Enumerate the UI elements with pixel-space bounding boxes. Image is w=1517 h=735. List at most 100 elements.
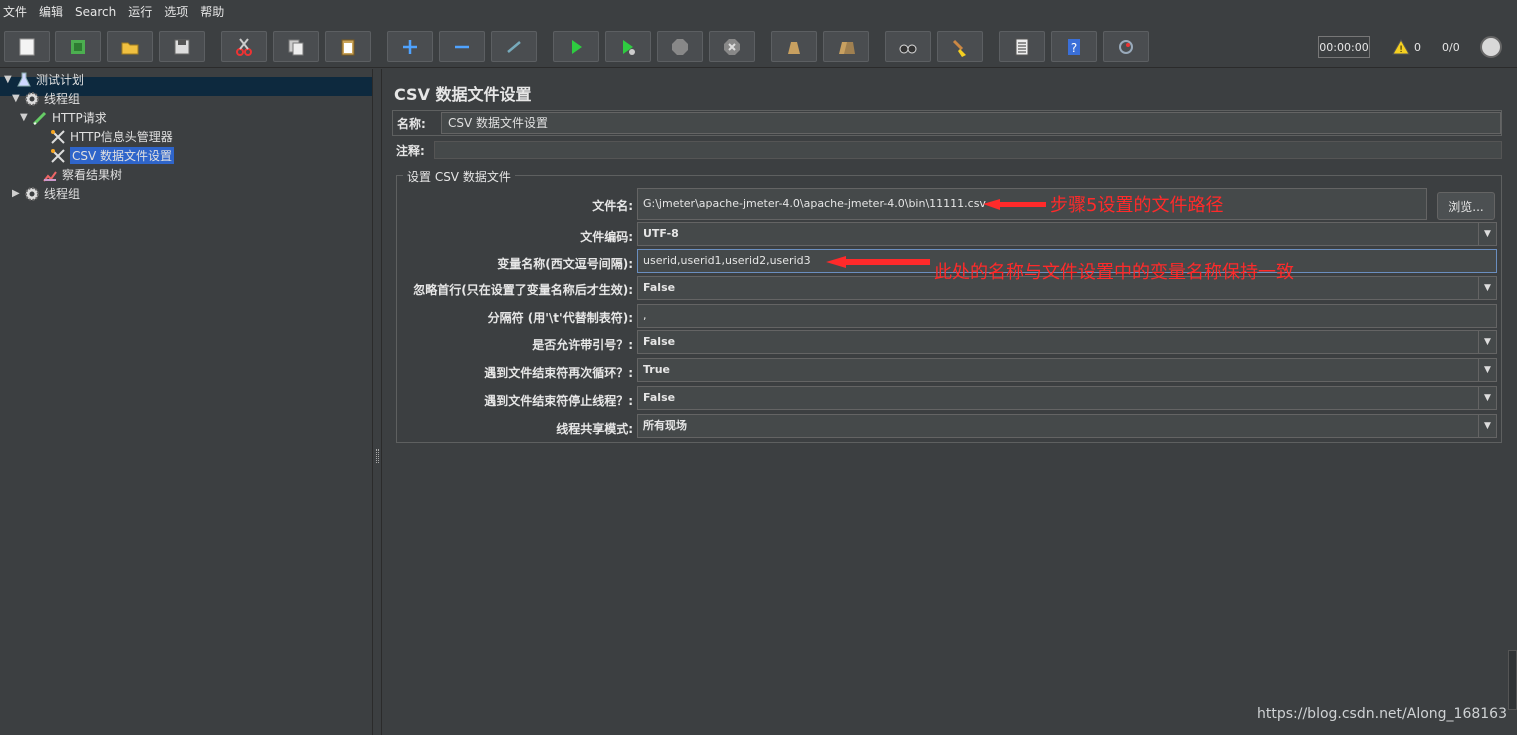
start-button[interactable] — [553, 31, 599, 62]
chevron-down-icon[interactable]: ▼ — [1478, 415, 1496, 437]
svg-text:!: ! — [1399, 45, 1403, 55]
cut-button[interactable] — [221, 31, 267, 62]
open-button[interactable] — [107, 31, 153, 62]
allow-quoted-select[interactable]: False ▼ — [637, 330, 1497, 354]
tree-toggle-icon[interactable]: ▶ — [12, 188, 22, 199]
tree-node[interactable]: 察看结果树 — [30, 165, 122, 184]
svg-text:?: ? — [1071, 41, 1077, 55]
tree-toggle-icon[interactable]: ▼ — [20, 112, 30, 123]
start-no-pause-button[interactable] — [605, 31, 651, 62]
help-button[interactable]: ? — [1051, 31, 1097, 62]
chevron-down-icon[interactable]: ▼ — [1478, 223, 1496, 245]
remote-icon — [1119, 39, 1133, 54]
comment-label: 注释: — [396, 143, 425, 158]
flask-icon — [16, 72, 32, 88]
split-pane-divider[interactable] — [372, 69, 382, 735]
tree-node-label: HTTP请求 — [52, 111, 107, 125]
allow-quoted-value: False — [643, 335, 676, 348]
clear-button[interactable] — [771, 31, 817, 62]
tree-node-label: 测试计划 — [36, 73, 85, 87]
encoding-value: UTF-8 — [643, 227, 679, 240]
tree-toggle-icon[interactable]: ▼ — [12, 93, 22, 104]
stop-button[interactable] — [657, 31, 703, 62]
splitter-grip[interactable] — [376, 449, 379, 463]
tree-node[interactable]: ▶ 线程组 — [12, 184, 80, 203]
tree-node-label: CSV 数据文件设置 — [70, 147, 175, 164]
browse-button[interactable]: 浏览... — [1437, 192, 1495, 220]
chevron-down-icon[interactable]: ▼ — [1478, 359, 1496, 381]
wrench-icon — [50, 148, 66, 164]
name-row: 名称: CSV 数据文件设置 — [392, 110, 1502, 136]
name-field[interactable]: CSV 数据文件设置 — [441, 112, 1501, 134]
shutdown-icon — [724, 38, 740, 55]
ignore-first-line-label: 忽略首行(只在设置了变量名称后才生效): — [413, 283, 633, 297]
varnames-label: 变量名称(西文逗号间隔): — [497, 257, 633, 271]
scrollbar[interactable] — [1508, 650, 1517, 710]
search-button[interactable] — [885, 31, 931, 62]
filename-field[interactable]: G:\jmeter\apache-jmeter-4.0\apache-jmete… — [637, 188, 1427, 220]
save-button[interactable] — [159, 31, 205, 62]
menu-help[interactable]: 帮助 — [194, 0, 230, 24]
paste-button[interactable] — [325, 31, 371, 62]
page-title: CSV 数据文件设置 — [394, 85, 532, 104]
toggle-icon — [507, 40, 521, 53]
recycle-eof-select[interactable]: True ▼ — [637, 358, 1497, 382]
warning-icon: ! — [1392, 39, 1410, 55]
recycle-eof-value: True — [643, 363, 671, 376]
reset-search-button[interactable] — [937, 31, 983, 62]
new-button[interactable] — [4, 31, 50, 62]
menu-bar: 文件 编辑 Search 运行 选项 帮助 — [0, 0, 1517, 24]
sharing-mode-value: 所有现场 — [643, 419, 687, 432]
delimiter-field[interactable]: , — [637, 304, 1497, 328]
shutdown-button[interactable] — [709, 31, 755, 62]
tree-toggle-icon[interactable]: ▼ — [4, 74, 14, 85]
chevron-down-icon[interactable]: ▼ — [1478, 387, 1496, 409]
gear-icon — [24, 91, 40, 107]
stop-icon — [672, 38, 688, 55]
stop-thread-eof-select[interactable]: False ▼ — [637, 386, 1497, 410]
comment-field[interactable] — [434, 141, 1502, 159]
sharing-mode-label: 线程共享模式: — [556, 422, 633, 436]
toggle-button[interactable] — [491, 31, 537, 62]
function-helper-icon — [1015, 38, 1029, 55]
tree-node[interactable]: ▼ 线程组 — [12, 89, 80, 108]
tree-node-label: HTTP信息头管理器 — [70, 130, 173, 144]
templates-button[interactable] — [55, 31, 101, 62]
recycle-eof-label: 遇到文件结束符再次循环？: — [484, 366, 633, 380]
sharing-mode-select[interactable]: 所有现场 ▼ — [637, 414, 1497, 438]
paste-icon — [341, 39, 355, 55]
expand-icon — [403, 39, 417, 54]
menu-search[interactable]: Search — [69, 0, 122, 24]
help-icon: ? — [1068, 38, 1080, 55]
stop-thread-eof-value: False — [643, 391, 676, 404]
collapse-button[interactable] — [439, 31, 485, 62]
chevron-down-icon[interactable]: ▼ — [1478, 331, 1496, 353]
warning-counter[interactable]: ! 0 — [1392, 36, 1421, 58]
comment-row: 注释: — [392, 140, 1502, 160]
tree-node[interactable]: HTTP信息头管理器 — [38, 127, 173, 146]
function-helper-button[interactable] — [999, 31, 1045, 62]
encoding-select[interactable]: UTF-8 ▼ — [637, 222, 1497, 246]
expand-button[interactable] — [387, 31, 433, 62]
clear-all-button[interactable] — [823, 31, 869, 62]
toolbar: ? 00:00:00 ! 0 0/0 — [0, 24, 1517, 68]
tree-node[interactable]: ▼ 测试计划 — [4, 70, 84, 89]
ignore-first-line-value: False — [643, 281, 676, 294]
encoding-label: 文件编码: — [580, 230, 633, 244]
tree-node-label: 线程组 — [44, 187, 81, 201]
menu-file[interactable]: 文件 — [0, 0, 33, 24]
tree-node[interactable]: CSV 数据文件设置 — [38, 146, 175, 165]
search-icon — [899, 44, 917, 53]
tree-node[interactable]: ▼ HTTP请求 — [20, 108, 107, 127]
cut-icon — [236, 37, 252, 56]
menu-run[interactable]: 运行 — [122, 0, 158, 24]
pipette-icon — [32, 110, 48, 126]
copy-button[interactable] — [273, 31, 319, 62]
remote-button[interactable] — [1103, 31, 1149, 62]
chevron-down-icon[interactable]: ▼ — [1478, 277, 1496, 299]
start-no-pause-icon — [623, 39, 635, 55]
menu-options[interactable]: 选项 — [158, 0, 194, 24]
stop-thread-eof-label: 遇到文件结束符停止线程？: — [484, 394, 633, 408]
menu-edit[interactable]: 编辑 — [33, 0, 69, 24]
name-label: 名称: — [397, 116, 426, 131]
